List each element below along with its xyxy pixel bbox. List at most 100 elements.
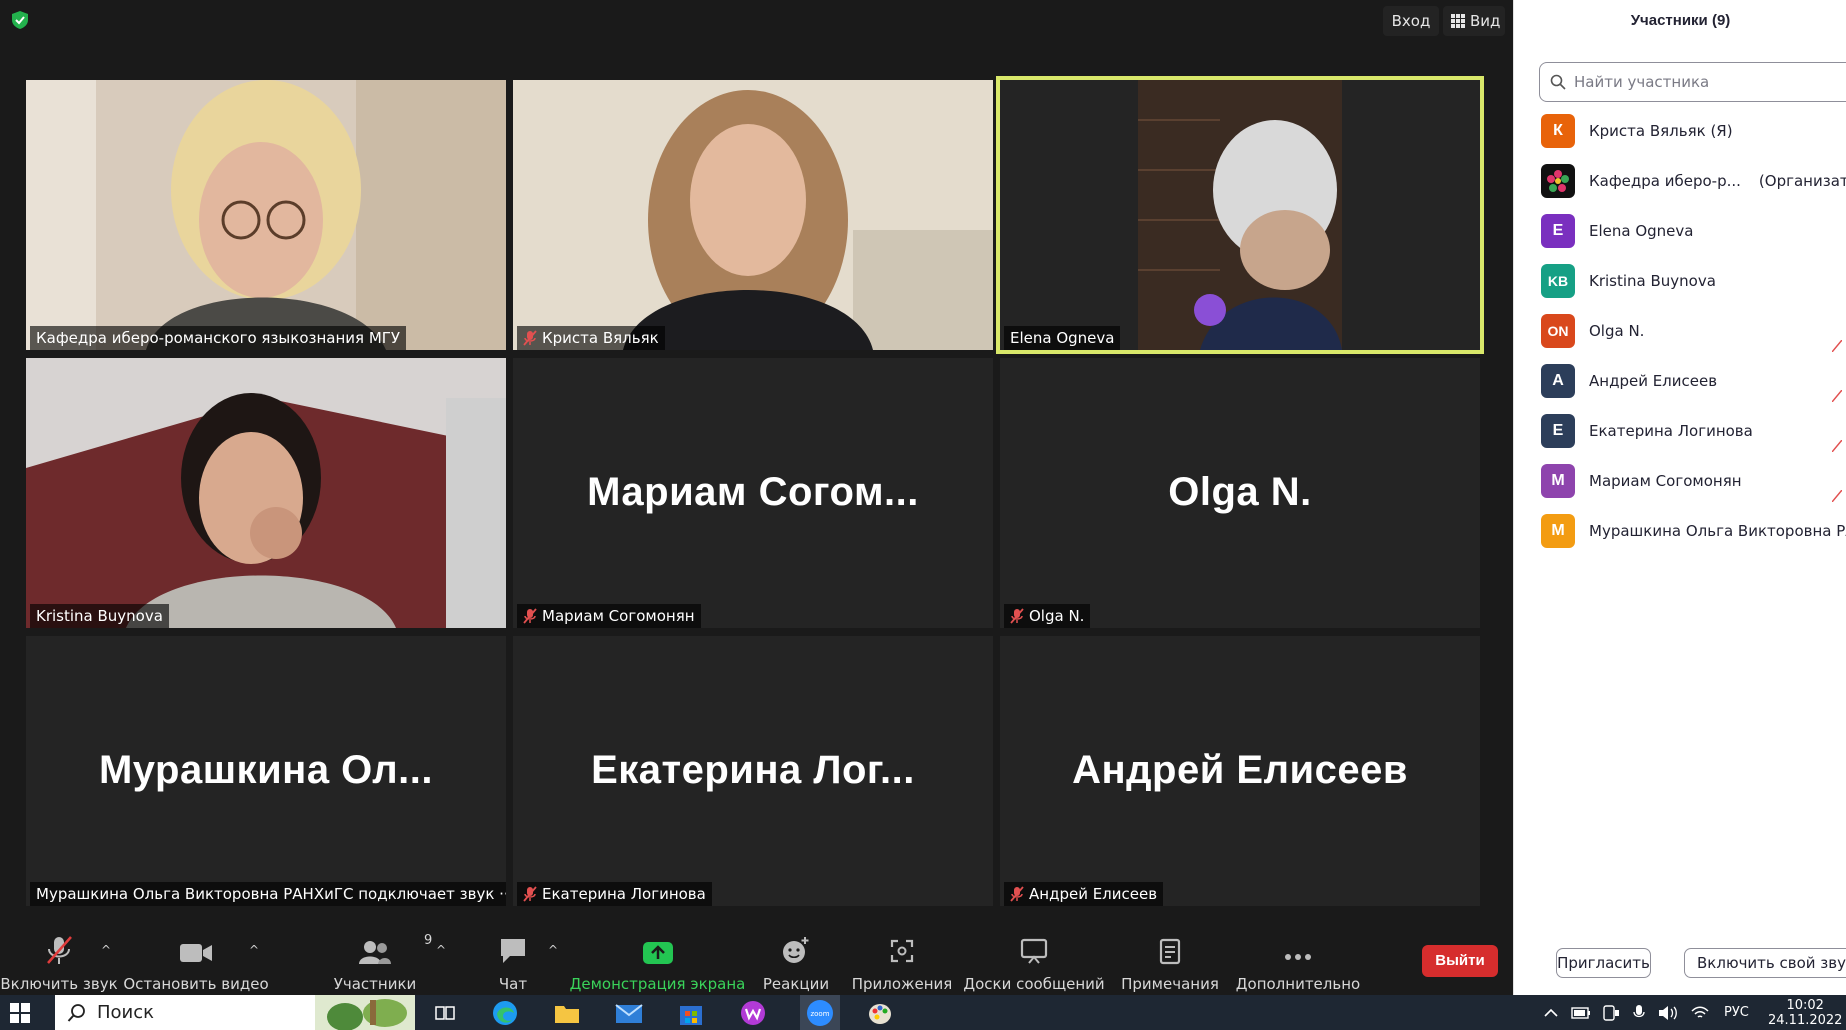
name-tag-label: Kristina Buynova xyxy=(36,607,163,625)
reactions-button[interactable]: Реакции xyxy=(758,925,834,995)
device-icon[interactable] xyxy=(1600,995,1622,1030)
panel-title: Участники (9) xyxy=(1630,12,1731,29)
participant-name-large: Екатерина Лог... xyxy=(591,748,915,792)
participants-label: Участники xyxy=(333,975,417,993)
participant-row[interactable]: KB Kristina Buynova xyxy=(1541,261,1716,301)
microphone-icon[interactable] xyxy=(1628,995,1650,1030)
zoom-app-taskbar-icon[interactable]: zoom xyxy=(800,995,840,1030)
task-view-icon[interactable] xyxy=(430,995,460,1030)
name-tag: Мариам Согомонян xyxy=(517,604,701,628)
audio-options-chevron-icon[interactable]: ^ xyxy=(101,943,111,957)
participants-options-chevron-icon[interactable]: ^ xyxy=(436,943,446,957)
clock-time: 10:02 xyxy=(1786,998,1824,1013)
participant-row[interactable]: Кафедра иберо-р... (Организатор) xyxy=(1541,161,1846,201)
participant-row[interactable]: М Мурашкина Ольга Викторовна РАНХиГС xyxy=(1541,511,1846,551)
video-tile-kristina[interactable]: Kristina Buynova xyxy=(26,358,506,628)
volume-icon[interactable] xyxy=(1656,995,1680,1030)
avatar: М xyxy=(1541,514,1575,548)
name-tile-murashkina[interactable]: Мурашкина Ол... Мурашкина Ольга Викторов… xyxy=(26,636,506,906)
avatar: Е xyxy=(1541,414,1575,448)
unmute-myself-button[interactable]: Включить свой звук xyxy=(1684,948,1846,978)
video-tile-kafedra[interactable]: Кафедра иберо-романского языкознания МГУ xyxy=(26,80,506,350)
participant-name: Кафедра иберо-р... xyxy=(1589,172,1741,190)
name-tag: Криста Вяльяк xyxy=(517,326,665,350)
participant-name: Elena Ogneva xyxy=(1589,222,1694,240)
notes-button[interactable]: Примечания xyxy=(1120,925,1220,995)
participant-row[interactable]: К Криста Вяльяк (Я) xyxy=(1541,111,1733,151)
video-tile-krista[interactable]: Криста Вяльяк xyxy=(513,80,993,350)
svg-text:zoom: zoom xyxy=(810,1010,829,1018)
name-tag: Elena Ogneva xyxy=(1004,326,1121,350)
system-clock[interactable]: 10:02 24.11.2022 xyxy=(1768,998,1842,1028)
clock-date: 24.11.2022 xyxy=(1768,1013,1843,1028)
more-button[interactable]: Дополнительно xyxy=(1236,925,1360,995)
name-tag-label: Olga N. xyxy=(1029,607,1085,625)
participant-name: Мариам Согомонян xyxy=(1589,472,1742,490)
view-label: Вид xyxy=(1470,12,1501,30)
participant-row[interactable]: E Elena Ogneva xyxy=(1541,211,1693,251)
participants-panel: Участники (9) Найти участника К Криста В… xyxy=(1513,0,1846,995)
name-tile-mariam[interactable]: Мариам Согом... Мариам Согомонян xyxy=(513,358,993,628)
stop-video-button[interactable]: Остановить видео xyxy=(123,925,269,995)
chat-options-chevron-icon[interactable]: ^ xyxy=(548,943,558,957)
taskbar-search-label: Поиск xyxy=(97,1002,155,1023)
video-tile-elena[interactable]: Elena Ogneva xyxy=(996,76,1484,354)
unmute-label: Включить звук xyxy=(0,975,118,993)
participant-search-input[interactable]: Найти участника xyxy=(1539,62,1846,102)
battery-icon[interactable] xyxy=(1570,995,1592,1030)
name-tag: Андрей Елисеев xyxy=(1004,882,1164,906)
notes-icon xyxy=(1157,931,1183,965)
grid-view-icon xyxy=(1451,14,1465,28)
whiteboards-button[interactable]: Доски сообщений xyxy=(963,925,1105,995)
participants-button[interactable]: 9 Участники xyxy=(330,925,433,995)
mail-icon[interactable] xyxy=(614,995,644,1030)
paint-icon[interactable] xyxy=(865,995,895,1030)
name-tile-ekaterina[interactable]: Екатерина Лог... Екатерина Логинова xyxy=(513,636,993,906)
participant-row[interactable]: А Андрей Елисеев xyxy=(1541,361,1717,401)
show-hidden-icons-chevron-icon[interactable] xyxy=(1541,995,1561,1030)
stop-video-label: Остановить видео xyxy=(123,975,269,993)
participant-row[interactable]: Е Екатерина Логинова xyxy=(1541,411,1753,451)
avatar: А xyxy=(1541,364,1575,398)
wifi-icon[interactable] xyxy=(1688,995,1712,1030)
participant-row[interactable]: ON Olga N. xyxy=(1541,311,1644,351)
chat-button[interactable]: Чат xyxy=(483,925,543,995)
video-options-chevron-icon[interactable]: ^ xyxy=(249,943,259,957)
apps-button[interactable]: Приложения xyxy=(852,925,952,995)
apps-label: Приложения xyxy=(851,975,953,993)
search-icon xyxy=(1550,74,1566,90)
chat-label: Чат xyxy=(498,975,528,993)
meeting-view: Вход Вид Кафедра иберо-романского языкоз… xyxy=(0,0,1513,995)
login-button[interactable]: Вход xyxy=(1383,6,1439,36)
wps-office-icon[interactable] xyxy=(738,995,768,1030)
participant-row[interactable]: М Мариам Согомонян xyxy=(1541,461,1742,501)
invite-button[interactable]: Пригласить xyxy=(1556,948,1651,978)
view-button[interactable]: Вид xyxy=(1443,6,1505,36)
flower-logo-icon xyxy=(1547,170,1569,192)
name-tag-label: Elena Ogneva xyxy=(1010,329,1115,347)
name-tag-label: Криста Вяльяк xyxy=(542,329,659,347)
input-language-indicator[interactable]: РУС xyxy=(1724,995,1749,1030)
name-tile-andrey[interactable]: Андрей Елисеев Андрей Елисеев xyxy=(1000,636,1480,906)
participants-count-badge: 9 xyxy=(424,933,433,948)
leave-meeting-button[interactable]: Выйти xyxy=(1422,945,1498,977)
search-placeholder: Найти участника xyxy=(1574,73,1710,91)
name-tag-label: Екатерина Логинова xyxy=(542,885,706,903)
muted-mic-icon xyxy=(1832,340,1842,352)
name-tile-olga[interactable]: Olga N. Olga N. xyxy=(1000,358,1480,628)
taskbar-search-box[interactable]: Поиск xyxy=(55,995,415,1030)
whiteboard-icon xyxy=(1019,931,1049,965)
participant-role: (Организатор) xyxy=(1758,172,1846,190)
apps-icon xyxy=(888,931,916,965)
microsoft-store-icon[interactable] xyxy=(676,995,706,1030)
participant-name-large: Мурашкина Ол... xyxy=(98,748,434,792)
windows-start-icon[interactable] xyxy=(10,1003,30,1023)
unmute-button[interactable]: Включить звук xyxy=(0,925,118,995)
file-explorer-icon[interactable] xyxy=(552,995,582,1030)
security-shield-icon[interactable] xyxy=(10,10,30,30)
share-screen-button[interactable]: Демонстрация экрана xyxy=(570,925,745,995)
muted-mic-icon xyxy=(523,330,537,346)
participant-name: Kristina Buynova xyxy=(1589,272,1716,290)
edge-browser-icon[interactable] xyxy=(490,995,520,1030)
muted-mic-icon xyxy=(523,608,537,624)
